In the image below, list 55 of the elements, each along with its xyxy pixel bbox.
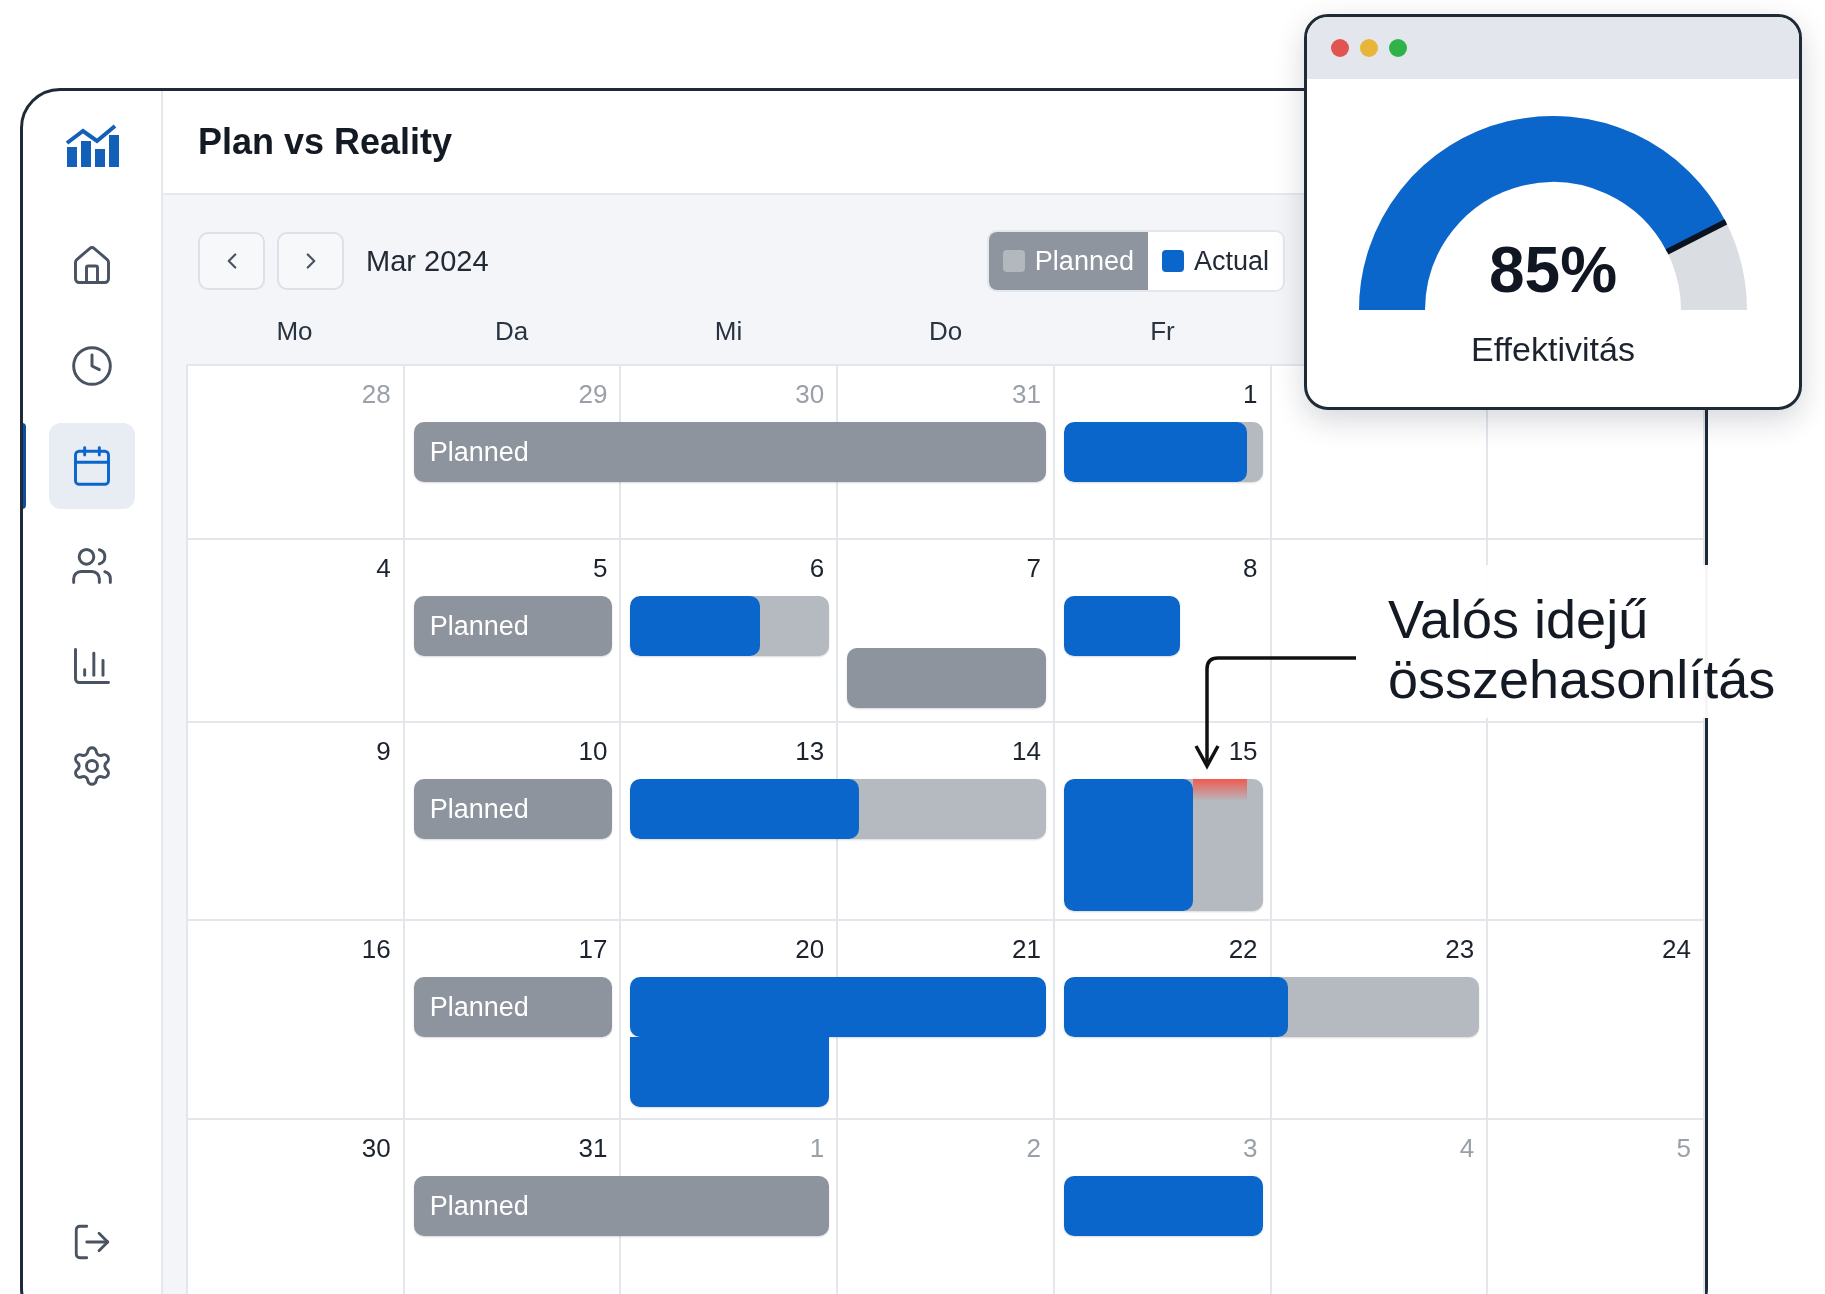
day-number: 16	[361, 933, 391, 965]
day-number: 24	[1662, 933, 1691, 965]
day-number: 22	[1228, 933, 1258, 965]
day-number: 29	[578, 378, 608, 410]
gauge-value: 85%	[1488, 238, 1618, 302]
gauge-label: Effektivitás	[1471, 330, 1635, 369]
close-dot-icon[interactable]	[1331, 39, 1349, 57]
day-number: 2	[1026, 1132, 1041, 1164]
day-number: 31	[1011, 378, 1041, 410]
clock-icon	[70, 344, 114, 388]
page-title: Plan vs Reality	[198, 121, 453, 163]
day-number: 9	[376, 735, 391, 767]
day-number: 1	[1243, 378, 1258, 410]
maximize-dot-icon[interactable]	[1389, 39, 1407, 57]
day-number: 23	[1445, 933, 1475, 965]
day-number: 14	[1011, 735, 1041, 767]
logo-icon	[65, 123, 119, 167]
day-number: 4	[1459, 1132, 1475, 1164]
progress-bar[interactable]	[630, 596, 830, 656]
day-number: 3	[1243, 1132, 1258, 1164]
day-number: 28	[361, 378, 391, 410]
weekday-label: Mi	[714, 315, 743, 347]
planned-bar[interactable]: Planned	[413, 596, 613, 656]
progress-bar[interactable]	[630, 779, 1046, 839]
day-number: 30	[795, 378, 825, 410]
day-number: 17	[578, 933, 608, 965]
day-number: 20	[795, 933, 825, 965]
planned-bar[interactable]: Planned	[413, 779, 613, 839]
callout-text: Valós idejű összehasonlítás	[1388, 589, 1777, 710]
day-number: 31	[578, 1132, 608, 1164]
day-number: 13	[795, 735, 825, 767]
day-number: 15	[1228, 735, 1258, 767]
planned-bar[interactable]: Planned	[413, 1176, 830, 1236]
day-number: 21	[1011, 933, 1041, 965]
planned-bar[interactable]: Planned	[413, 422, 1046, 482]
day-number: 7	[1026, 552, 1041, 584]
actual-bar[interactable]	[1063, 596, 1181, 656]
legend-button[interactable]: Planned	[988, 232, 1148, 290]
day-number: 5	[592, 552, 608, 584]
day-number: 6	[809, 552, 825, 584]
minimize-dot-icon[interactable]	[1360, 39, 1378, 57]
progress-bar[interactable]	[1063, 977, 1480, 1037]
planned-bar[interactable]: Planned	[413, 977, 613, 1037]
weekday-label: Do	[928, 315, 963, 347]
day-number: 1	[809, 1132, 825, 1164]
weekday-label: Da	[494, 315, 529, 347]
day-number: 5	[1676, 1132, 1691, 1164]
day-number: 4	[376, 552, 391, 584]
day-number: 30	[361, 1132, 391, 1164]
weekday-label: Mo	[276, 315, 313, 347]
day-number: 10	[578, 735, 608, 767]
month-label: Mar 2024	[366, 244, 489, 278]
weekday-label: Fr	[1150, 315, 1175, 347]
day-number: 8	[1243, 552, 1258, 584]
progress-bar[interactable]	[1063, 779, 1263, 911]
